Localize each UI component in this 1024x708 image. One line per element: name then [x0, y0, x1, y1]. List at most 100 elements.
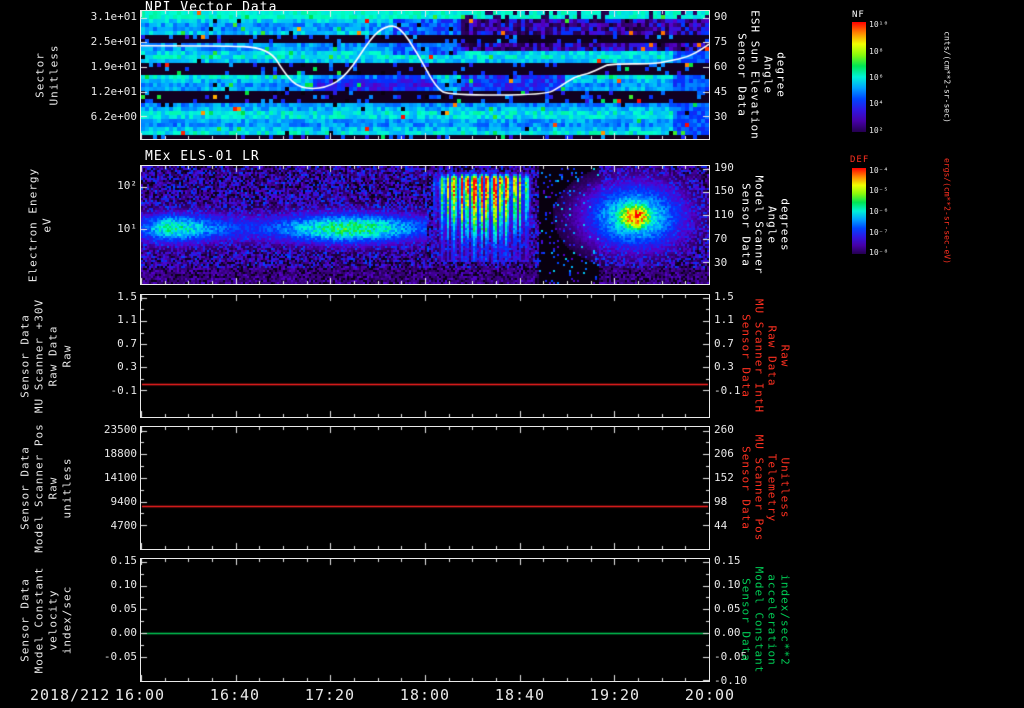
y-tick-label: 3.1e+01: [90, 10, 137, 24]
plot-canvas-0: [141, 11, 709, 139]
els-panel-title: MEx ELS-01 LR: [145, 149, 260, 164]
y-tick-label: 0.00: [110, 626, 138, 640]
y-tick-label: 4700: [110, 518, 138, 532]
y-axis-title-line: Electron Energy: [26, 167, 40, 283]
right-y-tick-label: -0.1: [714, 383, 741, 397]
right-axis-title-line: Angle: [765, 205, 779, 245]
y-tick-label: 1.9e+01: [90, 59, 137, 73]
y-tick-label: 1.5: [117, 289, 137, 303]
right-y-tick-label: 150: [714, 184, 734, 198]
right-axis-title-line: Model Scanner: [752, 175, 766, 275]
y-axis-title-line: unitless: [60, 457, 74, 519]
def-colorbar: [852, 168, 866, 254]
right-axis-title-line: Model Constant: [752, 566, 766, 674]
right-y-tick-label: 0.7: [714, 336, 734, 350]
y-tick-label: 6.2e+00: [90, 109, 137, 123]
right-axis-title-line: degrees: [778, 198, 792, 252]
y-tick-label: 1.1: [117, 313, 137, 327]
colorbar-tick-label: 10⁻⁶: [869, 207, 889, 216]
y-tick-label: 0.3: [117, 360, 137, 374]
right-axis-title-line: Angle: [761, 55, 775, 95]
plot-canvas-2: [141, 295, 709, 417]
time-tick-label: 16:00: [114, 686, 166, 704]
right-axis-title-line: Sensor Data: [739, 578, 753, 662]
right-axis-title-line: degree: [774, 52, 788, 98]
right-axis-title-line: Unitless: [778, 457, 792, 519]
colorbar-tick-label: 10⁻⁴: [869, 165, 889, 175]
right-y-tick-label: 0.3: [714, 360, 734, 374]
y-tick-label: 0.7: [117, 336, 137, 350]
right-y-tick-label: 260: [714, 422, 734, 436]
y-axis-title-line: index/sec: [60, 585, 74, 655]
plot-canvas-3: [141, 427, 709, 549]
def-colorbar-unit: ergs/(cm**2-sr-sec-eV): [942, 158, 952, 264]
right-axis-title-line: MU Scanner Pos: [752, 434, 766, 542]
y-axis-title-line: eV: [40, 217, 54, 233]
y-tick-label: 0.10: [110, 578, 138, 592]
right-y-tick-label: 190: [714, 161, 734, 174]
colorbar-tick-label: 10⁻⁵: [869, 186, 889, 196]
y-axis-title-line: Sensor Data: [18, 578, 32, 662]
y-axis-title-line: Model Constant: [32, 566, 46, 674]
y-tick-label: -0.1: [110, 383, 138, 397]
y-tick-label: 10²: [117, 179, 137, 192]
y-axis-title-line: Raw: [46, 476, 60, 500]
y-axis-title-line: Raw Data: [46, 325, 60, 387]
time-tick-label: 18:40: [494, 686, 546, 704]
colorbar-tick-label: 10²: [869, 125, 884, 135]
y-axis-title-line: Sensor Data: [18, 314, 32, 398]
right-y-tick-label: 30: [714, 256, 728, 270]
right-y-tick-label: 152: [714, 470, 734, 484]
right-y-tick-label: 45: [714, 85, 728, 99]
right-axis-title-line: Raw Data: [765, 325, 779, 387]
y-axis-title-line: Model Scanner Pos: [32, 423, 46, 553]
right-axis-title-line: Telemetry: [765, 453, 779, 523]
line-panel-3: [140, 426, 710, 550]
line-panel-2: [140, 294, 710, 418]
right-y-tick-label: 206: [714, 446, 734, 460]
date-label: 2018/212: [30, 686, 111, 704]
y-tick-label: 18800: [103, 446, 137, 460]
right-axis-title-line: Sensor Data: [739, 183, 753, 267]
y-tick-label: 9400: [110, 494, 138, 508]
right-axis-title-line: Sensor Data: [739, 446, 753, 530]
spectrogram-panel-0: [140, 10, 710, 140]
right-y-tick-label: 0.15: [714, 553, 741, 567]
right-y-tick-label: 1.5: [714, 289, 734, 303]
right-axis-title-line: MU Scanner IntH: [752, 298, 766, 414]
time-tick-label: 16:40: [209, 686, 261, 704]
y-axis-title-line: Unitless: [47, 44, 61, 106]
y-tick-label: 10¹: [117, 221, 137, 235]
plot-canvas-1: [141, 166, 709, 284]
right-y-tick-label: 98: [714, 494, 728, 508]
right-axis-title-line: Sensor Data: [735, 33, 749, 117]
right-y-tick-label: 70: [714, 232, 728, 246]
right-axis-title-line: index/sec**2: [778, 574, 792, 666]
right-y-tick-label: 0.05: [714, 602, 741, 616]
right-y-tick-label: 110: [714, 208, 734, 222]
right-y-tick-label: 90: [714, 10, 728, 24]
colorbar-tick-label: 10⁸: [869, 46, 884, 56]
colorbar-tick-label: 10¹⁰: [869, 20, 889, 30]
y-axis-title-line: velocity: [46, 589, 60, 651]
y-axis-title-line: MU Scanner +30V: [32, 298, 46, 414]
right-axis-title-line: Sensor Data: [739, 314, 753, 398]
spacecraft-data-plot: NPI Vector Data MEx ELS-01 LR NF DEF cnt…: [0, 0, 1024, 708]
line-panel-4: [140, 558, 710, 682]
y-tick-label: 23500: [103, 422, 137, 436]
y-tick-label: 2.5e+01: [90, 34, 137, 48]
right-y-tick-label: 60: [714, 59, 728, 73]
y-tick-label: -0.05: [103, 650, 137, 664]
y-axis-title-line: Raw: [60, 344, 74, 368]
colorbar-tick-label: 10⁶: [869, 73, 884, 82]
y-axis-title-line: Sector: [33, 52, 47, 98]
time-tick-label: 17:20: [304, 686, 356, 704]
y-tick-label: 14100: [103, 470, 137, 484]
time-tick-label: 19:20: [589, 686, 641, 704]
colorbar-tick-label: 10⁻⁸: [869, 248, 889, 258]
def-colorbar-title: DEF: [850, 155, 870, 165]
right-axis-title-line: acceleration: [765, 574, 779, 666]
right-y-tick-label: 1.1: [714, 313, 734, 327]
time-tick-label: 20:00: [684, 686, 736, 704]
y-tick-label: 0.15: [110, 553, 138, 567]
